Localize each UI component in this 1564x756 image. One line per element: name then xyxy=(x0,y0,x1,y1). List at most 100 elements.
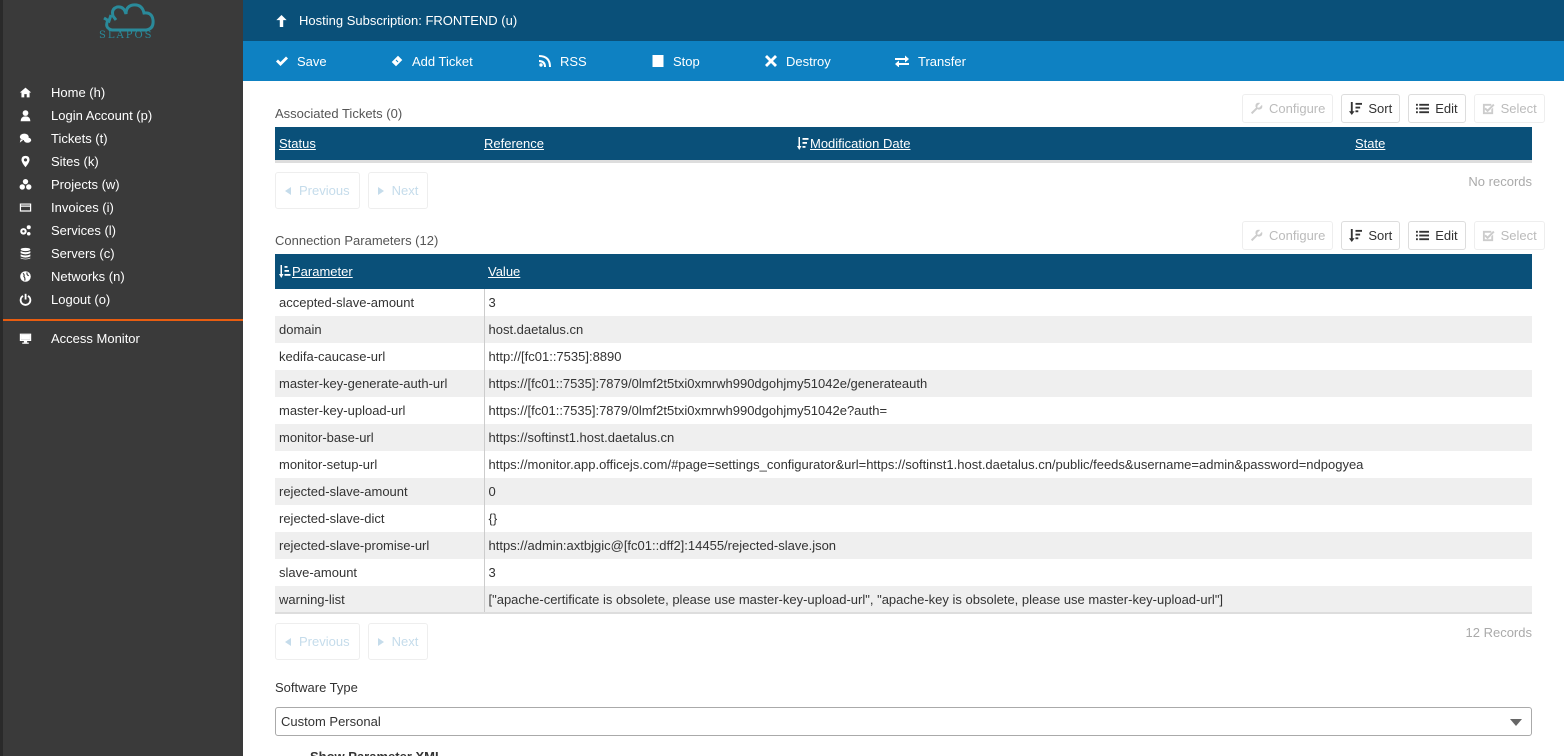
value-cell: http://[fc01::7535]:8890 xyxy=(488,349,622,364)
caret-right-icon xyxy=(377,186,384,195)
caret-left-icon xyxy=(285,637,291,646)
previous-button[interactable]: Previous xyxy=(275,623,360,660)
sidebar-item-login-account[interactable]: Login Account (p) xyxy=(3,104,243,127)
edit-button[interactable]: Edit xyxy=(1408,94,1466,123)
table-row[interactable]: rejected-slave-amount 0 xyxy=(275,478,1532,505)
sort-icon xyxy=(797,136,809,150)
connection-section-title: Connection Parameters (12) xyxy=(275,233,439,248)
column-status[interactable]: Status xyxy=(275,127,480,161)
sidebar-item-sites[interactable]: Sites (k) xyxy=(3,150,243,173)
sidebar-item-servers[interactable]: Servers (c) xyxy=(3,242,243,265)
table-row[interactable]: master-key-generate-auth-url https://[fc0… xyxy=(275,370,1532,397)
show-parameter-xml-heading[interactable]: Show Parameter XML xyxy=(310,750,443,756)
chevron-down-icon xyxy=(1510,719,1522,726)
sidebar-item-invoices[interactable]: Invoices (i) xyxy=(3,196,243,219)
stop-button[interactable]: Stop xyxy=(652,54,700,69)
column-state[interactable]: State xyxy=(1351,127,1532,161)
column-modification-date[interactable]: Modification Date xyxy=(793,127,1351,161)
page-title: Hosting Subscription: FRONTEND (u) xyxy=(299,13,518,28)
table-row[interactable]: master-key-upload-url https://[fc01::7535… xyxy=(275,397,1532,424)
save-label: Save xyxy=(297,53,327,69)
sidebar-item-label: Login Account (p) xyxy=(51,108,153,123)
column-value[interactable]: Value xyxy=(484,254,1532,289)
configure-button[interactable]: Configure xyxy=(1242,94,1334,123)
column-reference[interactable]: Reference xyxy=(480,127,793,161)
previous-button[interactable]: Previous xyxy=(275,172,360,209)
cubes-icon xyxy=(3,178,51,191)
edit-button[interactable]: Edit xyxy=(1408,221,1466,250)
sidebar-item-label: Logout (o) xyxy=(51,292,111,307)
table-row[interactable]: monitor-setup-url https://monitor.app.off… xyxy=(275,451,1532,478)
action-bar: Save Add Ticket RSS Stop Destroy Transfe… xyxy=(243,41,1564,81)
parameter-cell: rejected-slave-promise-url xyxy=(275,532,485,559)
sort-button[interactable]: Sort xyxy=(1341,94,1401,123)
sidebar-item-label: Invoices (i) xyxy=(51,200,114,215)
sidebar-item-access-monitor[interactable]: Access Monitor xyxy=(3,327,243,350)
sidebar-item-home[interactable]: Home (h) xyxy=(3,81,243,104)
sidebar-item-logout[interactable]: Logout (o) xyxy=(3,288,243,311)
cogs-icon xyxy=(3,224,51,237)
sidebar-item-label: Home (h) xyxy=(51,85,106,100)
software-type-value: Custom Personal xyxy=(281,714,381,729)
value-cell: host.daetalus.cn xyxy=(488,322,584,337)
select-button[interactable]: Select xyxy=(1473,94,1545,123)
next-button[interactable]: Next xyxy=(367,172,429,209)
table-row[interactable]: warning-list ["apache-certificate is obso… xyxy=(275,586,1532,613)
configure-label: Configure xyxy=(1269,101,1326,116)
table-row[interactable]: kedifa-caucase-url http://[fc01::7535]:88… xyxy=(275,343,1532,370)
parameter-cell: slave-amount xyxy=(275,559,485,586)
sidebar-item-networks[interactable]: Networks (n) xyxy=(3,265,243,288)
table-row[interactable]: monitor-base-url https://softinst1.host.d… xyxy=(275,424,1532,451)
configure-label: Configure xyxy=(1269,228,1326,243)
map-marker-icon xyxy=(3,155,51,168)
value-cell: https://[fc01::7535]:7879/0lmf2t5txi0xmr… xyxy=(488,376,928,391)
parameter-cell: rejected-slave-amount xyxy=(275,478,485,505)
select-label: Select xyxy=(1500,101,1537,116)
next-button[interactable]: Next xyxy=(367,623,429,660)
database-icon xyxy=(3,247,51,260)
select-label: Select xyxy=(1500,228,1537,243)
sidebar-item-tickets[interactable]: Tickets (t) xyxy=(3,127,243,150)
globe-icon xyxy=(3,270,51,283)
column-modification-date-label: Modification Date xyxy=(810,135,911,151)
sidebar-item-projects[interactable]: Projects (w) xyxy=(3,173,243,196)
column-parameter[interactable]: Parameter xyxy=(275,254,484,289)
edit-label: Edit xyxy=(1435,101,1458,116)
tickets-table: Status Reference Modification Date State xyxy=(275,127,1532,163)
add-ticket-button[interactable]: Add Ticket xyxy=(391,54,473,69)
previous-label: Previous xyxy=(299,634,350,649)
tickets-pagination: Previous Next xyxy=(275,172,429,209)
add-ticket-label: Add Ticket xyxy=(412,53,473,69)
sidebar-item-label: Services (l) xyxy=(51,223,117,238)
credit-card-icon xyxy=(3,201,51,214)
close-icon xyxy=(765,55,777,67)
select-button[interactable]: Select xyxy=(1473,221,1545,250)
table-row[interactable]: accepted-slave-amount 3 xyxy=(275,289,1532,316)
rss-button[interactable]: RSS xyxy=(539,54,587,69)
value-cell: https://softinst1.host.daetalus.cn xyxy=(488,430,675,445)
table-row[interactable]: domain host.daetalus.cn xyxy=(275,316,1532,343)
wrench-icon xyxy=(1250,102,1263,115)
list-icon xyxy=(1416,230,1430,241)
sort-button[interactable]: Sort xyxy=(1341,221,1401,250)
value-cell: {} xyxy=(488,511,498,526)
transfer-button[interactable]: Transfer xyxy=(895,54,966,69)
table-row[interactable]: slave-amount 3 xyxy=(275,559,1532,586)
destroy-button[interactable]: Destroy xyxy=(765,54,831,69)
value-cell: 3 xyxy=(488,295,496,310)
logo-text: SLAPOS xyxy=(99,30,154,41)
tickets-section-title: Associated Tickets (0) xyxy=(275,106,403,121)
configure-button[interactable]: Configure xyxy=(1242,221,1334,250)
parameter-cell: master-key-generate-auth-url xyxy=(275,370,485,397)
sidebar-item-services[interactable]: Services (l) xyxy=(3,219,243,242)
save-button[interactable]: Save xyxy=(276,54,327,69)
value-cell: 3 xyxy=(488,565,496,580)
page-header[interactable]: Hosting Subscription: FRONTEND (u) xyxy=(243,0,1564,41)
sidebar-item-label: Sites (k) xyxy=(51,154,99,169)
sort-icon xyxy=(1349,102,1363,115)
parameter-cell: domain xyxy=(275,316,485,343)
table-row[interactable]: rejected-slave-promise-url https://admin:… xyxy=(275,532,1532,559)
table-row[interactable]: rejected-slave-dict{} xyxy=(275,505,1532,532)
software-type-select[interactable]: Custom Personal xyxy=(275,707,1532,736)
next-label: Next xyxy=(391,183,419,198)
